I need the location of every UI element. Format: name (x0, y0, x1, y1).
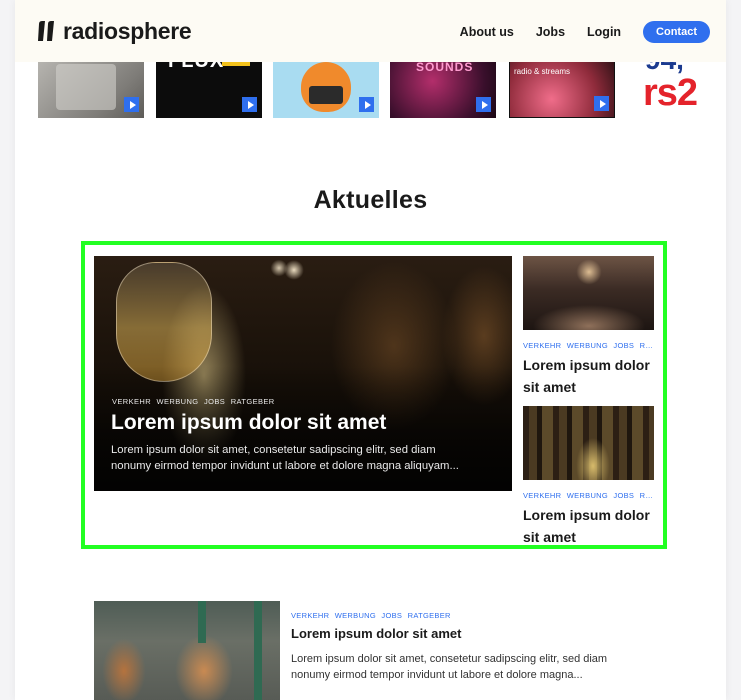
play-icon[interactable] (594, 96, 609, 111)
tag-ratgeber[interactable]: RATGEBER (231, 397, 275, 406)
station-tile-2[interactable]: FLUX (156, 56, 262, 118)
station-logo-text: radio & streams (514, 67, 571, 76)
featured-image (116, 262, 212, 382)
station-carousel: FLUX SOUNDS radio & streams 94, rs2 (15, 56, 726, 118)
featured-title[interactable]: Lorem ipsum dolor sit amet (111, 411, 386, 435)
station-tile-6[interactable]: 94, rs2 (641, 56, 711, 118)
list-excerpt-line-1: Lorem ipsum dolor sit amet, consetetur s… (291, 653, 608, 665)
tag-ratgeber[interactable]: R... (640, 341, 653, 350)
station-tile-4[interactable]: SOUNDS (390, 56, 496, 118)
article-tags: VERKEHR WERBUNG JOBS RATGEBER (112, 397, 278, 406)
article-tags: VERKEHR WERBUNG JOBS R... (523, 491, 654, 500)
featured-excerpt: Lorem ipsum dolor sit amet, consetetur s… (111, 442, 496, 474)
tag-verkehr[interactable]: VERKEHR (523, 341, 561, 350)
list-article-excerpt: Lorem ipsum dolor sit amet, consetetur s… (291, 651, 661, 683)
play-icon[interactable] (476, 97, 491, 112)
tag-verkehr[interactable]: VERKEHR (112, 397, 151, 406)
tag-werbung[interactable]: WERBUNG (567, 491, 608, 500)
list-article-title[interactable]: Lorem ipsum dolor sit amet (291, 626, 461, 641)
side-article-1[interactable]: VERKEHR WERBUNG JOBS R... Lorem ipsum do… (523, 256, 654, 398)
image-detail (254, 601, 262, 700)
main-nav: About us Jobs Login Contact (460, 21, 710, 43)
list-article-image (94, 601, 280, 700)
site-header: radiosphere About us Jobs Login Contact (15, 0, 726, 62)
featured-excerpt-line-1: Lorem ipsum dolor sit amet, consetetur s… (111, 444, 436, 456)
logo[interactable]: radiosphere (37, 17, 192, 44)
side-article-2[interactable]: VERKEHR WERBUNG JOBS R... Lorem ipsum do… (523, 406, 654, 548)
station-tile-5[interactable]: radio & streams (509, 56, 615, 118)
tag-werbung[interactable]: WERBUNG (335, 611, 376, 620)
list-excerpt-line-2: nonumy eirmod tempor invidunt ut labore … (291, 669, 583, 681)
article-tags: VERKEHR WERBUNG JOBS RATGEBER (291, 611, 454, 620)
featured-excerpt-line-2: nonumy eirmod tempor invidunt ut labore … (111, 460, 459, 472)
image-detail (198, 601, 206, 643)
list-article[interactable]: VERKEHR WERBUNG JOBS RATGEBER Lorem ipsu… (94, 601, 694, 700)
tag-werbung[interactable]: WERBUNG (567, 341, 608, 350)
article-tags: VERKEHR WERBUNG JOBS R... (523, 341, 654, 350)
tag-jobs[interactable]: JOBS (613, 491, 634, 500)
tag-werbung[interactable]: WERBUNG (157, 397, 199, 406)
contact-button[interactable]: Contact (643, 21, 710, 43)
featured-article[interactable]: VERKEHR WERBUNG JOBS RATGEBER Lorem ipsu… (94, 256, 512, 491)
play-icon[interactable] (359, 97, 374, 112)
station-radio-image (309, 86, 343, 104)
tag-ratgeber[interactable]: RATGEBER (408, 611, 451, 620)
tag-ratgeber[interactable]: R... (640, 491, 653, 500)
station-tile-1[interactable] (38, 56, 144, 118)
section-title: Aktuelles (313, 186, 428, 214)
tag-jobs[interactable]: JOBS (613, 341, 634, 350)
tag-verkehr[interactable]: VERKEHR (523, 491, 561, 500)
side-article-image (523, 406, 654, 480)
page: radiosphere About us Jobs Login Contact … (15, 0, 726, 700)
nav-about-us[interactable]: About us (460, 25, 514, 39)
station-image (56, 64, 116, 110)
tag-verkehr[interactable]: VERKEHR (291, 611, 329, 620)
play-icon[interactable] (242, 97, 257, 112)
play-icon[interactable] (124, 97, 139, 112)
logo-text: radiosphere (63, 17, 192, 44)
side-article-title[interactable]: Lorem ipsum dolor sit amet (523, 504, 654, 548)
nav-login[interactable]: Login (587, 25, 621, 39)
side-article-image (523, 256, 654, 330)
nav-jobs[interactable]: Jobs (536, 25, 565, 39)
side-article-title[interactable]: Lorem ipsum dolor sit amet (523, 354, 654, 398)
tag-jobs[interactable]: JOBS (381, 611, 402, 620)
station-tile-3[interactable] (273, 56, 379, 118)
station-logo-text: SOUNDS (416, 60, 474, 74)
logo-mark-icon (38, 21, 54, 41)
tag-jobs[interactable]: JOBS (204, 397, 225, 406)
station-logo-text: rs2 (643, 72, 698, 114)
